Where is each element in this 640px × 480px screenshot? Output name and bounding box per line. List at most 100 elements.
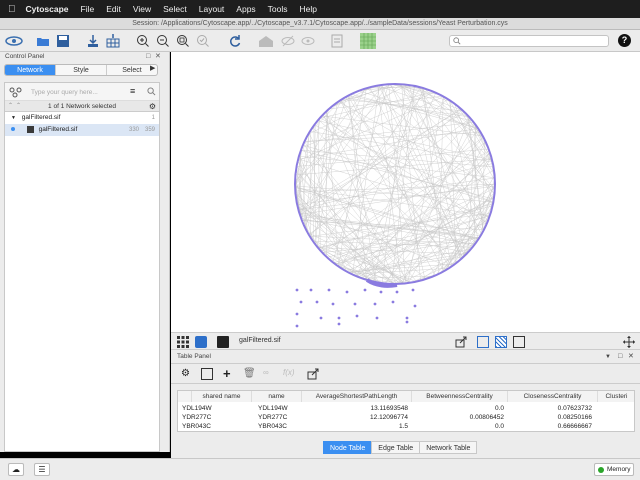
node[interactable] [299, 300, 303, 304]
node[interactable] [319, 316, 323, 320]
table-cell[interactable]: YDR277C [258, 413, 287, 422]
network-view[interactable] [171, 52, 640, 332]
table-cell[interactable]: 0.00806452 [412, 413, 504, 422]
expand-all-icon[interactable]: ⌃ [16, 101, 21, 112]
chevron-right-icon[interactable]: ▶ [150, 64, 155, 72]
table-cell[interactable]: 1.5 [302, 422, 408, 431]
hide-icon[interactable] [280, 34, 296, 48]
node[interactable] [331, 302, 335, 306]
import-network-icon[interactable] [86, 34, 100, 48]
refresh-icon[interactable] [228, 34, 242, 48]
zoom-fit-icon[interactable] [176, 34, 190, 48]
network-graph[interactable] [171, 52, 640, 332]
table-cell[interactable]: 12.12096774 [302, 413, 408, 422]
tab-node-table[interactable]: Node Table [323, 441, 373, 454]
node[interactable] [337, 316, 341, 320]
table-cell[interactable]: YDL194W [182, 404, 212, 413]
node[interactable] [295, 312, 299, 316]
node[interactable] [327, 288, 331, 292]
menu-help[interactable]: Help [300, 4, 317, 14]
node[interactable] [405, 316, 409, 320]
query-input[interactable]: Type your query here... [29, 87, 123, 98]
open-folder-icon[interactable] [36, 34, 50, 48]
select-nodes-icon[interactable] [477, 336, 489, 348]
zoom-in-icon[interactable] [136, 34, 150, 48]
show-columns-icon[interactable] [201, 368, 213, 380]
table-cell[interactable]: 0.08250166 [508, 413, 592, 422]
table-cell[interactable]: 13.11693548 [302, 404, 408, 413]
network-row[interactable]: galFiltered.sif 330 359 [5, 124, 159, 136]
node[interactable] [379, 290, 383, 294]
memory-button[interactable]: Memory [594, 463, 634, 476]
import-table-icon[interactable] [106, 34, 120, 48]
export-table-icon[interactable] [307, 368, 319, 380]
table-cell[interactable]: 0.0 [412, 422, 504, 431]
network-options-icon[interactable] [8, 86, 24, 98]
table-cell[interactable]: YDL194W [258, 404, 288, 413]
menu-tools[interactable]: Tools [268, 4, 288, 14]
search-icon[interactable] [147, 87, 156, 96]
node[interactable] [411, 288, 415, 292]
detach-view-icon[interactable] [217, 336, 229, 348]
node[interactable] [315, 300, 319, 304]
app-menu[interactable]: Cytoscape [26, 4, 69, 14]
add-column-icon[interactable]: + [223, 367, 235, 380]
gear-icon[interactable]: ⚙ [149, 101, 156, 112]
select-edges-icon[interactable] [495, 336, 507, 348]
close-icon[interactable]: ✕ [155, 52, 161, 62]
link-icon[interactable]: ∞ [263, 368, 277, 380]
column-header[interactable]: AverageShortestPathLength [302, 391, 412, 402]
node[interactable] [355, 314, 359, 318]
node[interactable] [375, 316, 379, 320]
menu-view[interactable]: View [133, 4, 151, 14]
search-input[interactable] [449, 35, 609, 47]
grid-layout-icon[interactable] [360, 33, 376, 49]
menu-select[interactable]: Select [163, 4, 187, 14]
node[interactable] [295, 324, 299, 328]
tab-style[interactable]: Style [56, 65, 107, 75]
hamburger-menu-icon[interactable]: ≡ [130, 86, 135, 96]
zoom-out-icon[interactable] [156, 34, 170, 48]
node[interactable] [391, 300, 395, 304]
column-header[interactable]: name [252, 391, 302, 402]
tab-network-table[interactable]: Network Table [419, 441, 478, 454]
document-icon[interactable] [330, 34, 344, 48]
float-icon[interactable]: □ [146, 52, 150, 62]
home-icon[interactable] [258, 34, 274, 48]
node[interactable] [309, 288, 313, 292]
column-header[interactable]: BetweennessCentrality [412, 391, 508, 402]
collapse-all-icon[interactable]: ⌃ [8, 101, 13, 112]
tab-edge-table[interactable]: Edge Table [371, 441, 421, 454]
gear-icon[interactable]: ⚙ [181, 368, 193, 380]
node[interactable] [353, 302, 357, 306]
table-cell[interactable]: 0.07623732 [508, 404, 592, 413]
help-icon[interactable]: ? [618, 34, 631, 47]
menu-apps[interactable]: Apps [236, 4, 255, 14]
table-cell[interactable]: YBR043C [182, 422, 211, 431]
table-cell[interactable]: 0.0 [412, 404, 504, 413]
collection-row[interactable]: ▼ galFiltered.sif 1 [5, 112, 159, 124]
disclosure-triangle-icon[interactable]: ▼ [11, 115, 16, 121]
node[interactable] [337, 322, 341, 326]
node[interactable] [373, 302, 377, 306]
select-annotations-icon[interactable] [513, 336, 525, 348]
minimize-icon[interactable]: ▼ [605, 350, 611, 364]
function-builder-icon[interactable]: f(x) [283, 368, 301, 380]
task-list-icon[interactable]: ☰ [34, 463, 50, 476]
grid-view-icon[interactable] [177, 336, 189, 348]
node[interactable] [363, 288, 367, 292]
close-icon[interactable]: ✕ [628, 350, 634, 364]
node[interactable] [413, 304, 417, 308]
column-header[interactable]: Clusteri [598, 391, 634, 402]
node[interactable] [395, 290, 399, 294]
save-icon[interactable] [56, 34, 70, 48]
navigate-icon[interactable] [623, 336, 635, 348]
table-cell[interactable]: 0.66666667 [508, 422, 592, 431]
node-table-grid[interactable]: shared name name AverageShortestPathLeng… [177, 390, 635, 432]
tab-network[interactable]: Network [5, 65, 56, 75]
column-header[interactable]: shared name [192, 391, 252, 402]
trash-icon[interactable]: 🗑 [243, 368, 256, 380]
zoom-selected-icon[interactable] [196, 34, 210, 48]
menu-layout[interactable]: Layout [199, 4, 225, 14]
column-header[interactable]: ClosenessCentrality [508, 391, 598, 402]
